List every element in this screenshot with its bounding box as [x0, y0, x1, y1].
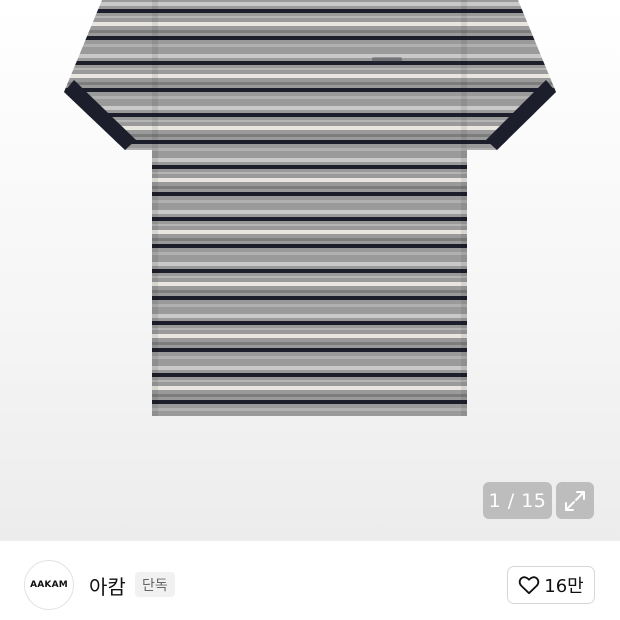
- heart-outline-icon: [519, 576, 540, 595]
- image-counter: 1 / 15: [483, 482, 552, 519]
- product-gallery[interactable]: 1 / 15: [0, 0, 620, 541]
- brand-logo[interactable]: AAKAM: [24, 560, 74, 610]
- like-count: 16만: [544, 576, 584, 597]
- product-image: [64, 0, 556, 416]
- brand-logo-text: AAKAM: [30, 580, 68, 590]
- expand-arrows-icon: [565, 490, 585, 511]
- brand-name[interactable]: 아캄: [89, 571, 126, 600]
- exclusive-badge: 단독: [135, 572, 175, 597]
- like-button[interactable]: 16만: [507, 566, 595, 604]
- expand-button[interactable]: [556, 482, 594, 519]
